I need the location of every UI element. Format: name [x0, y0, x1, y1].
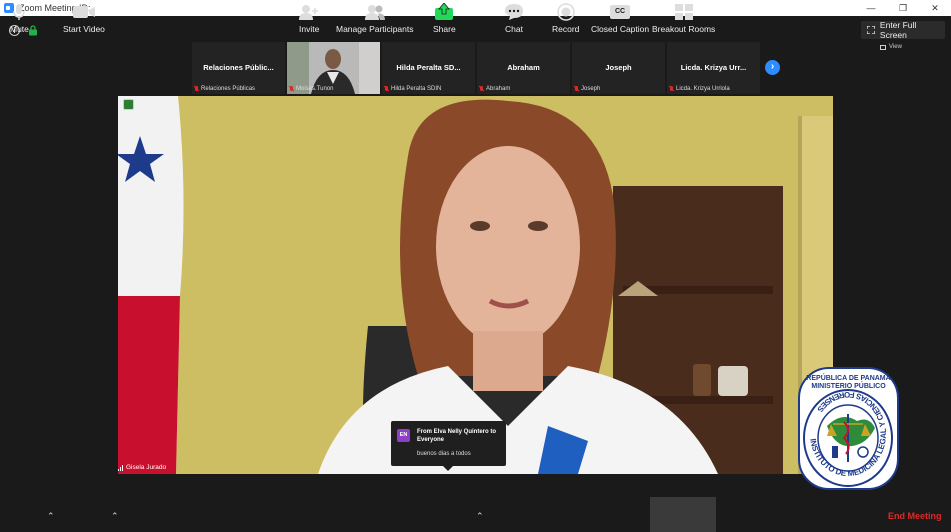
- start-video-label: Start Video: [63, 24, 105, 34]
- audio-options-caret-icon[interactable]: ⌃: [47, 511, 55, 522]
- record-button[interactable]: Record: [552, 2, 579, 34]
- title-bar: Zoom Meeting ID: — ❐ ✕: [0, 0, 951, 16]
- participant-label: Joseph: [574, 86, 600, 92]
- svg-text:REPÚBLICA DE PANAMÁ: REPÚBLICA DE PANAMÁ: [806, 373, 890, 382]
- security-shield-icon[interactable]: [123, 99, 134, 110]
- encryption-lock-icon[interactable]: [28, 25, 38, 36]
- mic-muted-icon: [574, 86, 579, 92]
- participant-thumbnail-strip: Relaciones Públic... Relaciones Públicas…: [192, 42, 760, 94]
- participant-thumb[interactable]: Relaciones Públic... Relaciones Públicas: [192, 42, 285, 94]
- chat-message-text: buenos dias a todos: [417, 451, 471, 457]
- share-label: Share: [433, 24, 456, 34]
- chat-notification-popup[interactable]: EN From Elva Nelly Quintero to Everyone …: [391, 421, 506, 471]
- video-camera-icon: [72, 2, 96, 22]
- participant-label: Relaciones Públicas: [194, 86, 255, 92]
- mute-button[interactable]: Mute: [10, 2, 29, 34]
- speaker-video-feed: [118, 96, 833, 474]
- record-icon: [556, 2, 575, 22]
- chat-label: Chat: [505, 24, 523, 34]
- mute-label: Mute: [10, 24, 29, 34]
- participant-display-name: Abraham: [507, 63, 540, 72]
- participant-thumb[interactable]: Abraham Abraham: [477, 42, 570, 94]
- participant-label: Abraham: [479, 86, 510, 92]
- participant-label: Moises.Tunon: [289, 86, 333, 92]
- enter-full-screen-button[interactable]: Enter Full Screen: [861, 20, 945, 40]
- participant-display-name: Joseph: [605, 63, 632, 72]
- manage-participants-label: Manage Participants: [336, 24, 414, 34]
- view-label: View: [889, 44, 902, 50]
- participant-thumb[interactable]: Hilda Peralta SD... Hilda Peralta SDIN: [382, 42, 475, 94]
- participant-display-name: Relaciones Públic...: [203, 63, 274, 72]
- closed-caption-label: Closed Caption: [591, 24, 650, 34]
- share-options-caret-icon[interactable]: ⌃: [476, 511, 484, 522]
- participant-thumb-video[interactable]: Moises.Tunon: [287, 42, 380, 94]
- mic-muted-icon: [194, 86, 199, 92]
- chat-sender-line: From Elva Nelly Quintero to Everyone: [417, 429, 497, 443]
- invite-label: Invite: [299, 24, 320, 34]
- next-page-arrow-icon[interactable]: ›: [765, 60, 780, 75]
- participant-label: Licda. Krizya Urriola: [669, 86, 730, 92]
- view-grid-icon: [880, 44, 886, 50]
- breakout-rooms-button[interactable]: Breakout Rooms: [652, 2, 715, 34]
- record-label: Record: [552, 24, 580, 34]
- manage-participants-button[interactable]: Manage Participants: [336, 2, 414, 34]
- breakout-rooms-label: Breakout Rooms: [652, 24, 716, 34]
- closed-caption-icon: CC: [610, 2, 631, 22]
- video-options-caret-icon[interactable]: ⌃: [111, 511, 119, 522]
- invite-person-icon: [299, 2, 319, 22]
- share-screen-icon: [434, 2, 454, 22]
- start-video-button[interactable]: Start Video: [63, 2, 105, 34]
- mic-muted-icon: [384, 86, 389, 92]
- participant-display-name: Hilda Peralta SD...: [396, 63, 461, 72]
- participant-thumb[interactable]: Joseph Joseph: [572, 42, 665, 94]
- mic-muted-icon: [479, 86, 484, 92]
- invite-button[interactable]: Invite: [299, 2, 319, 34]
- microphone-icon: [13, 2, 26, 22]
- active-speaker-video: [118, 96, 833, 474]
- view-button[interactable]: View: [880, 44, 902, 50]
- participant-thumb[interactable]: Licda. Krizya Urr... Licda. Krizya Urrio…: [667, 42, 760, 94]
- participant-label: Hilda Peralta SDIN: [384, 86, 441, 92]
- close-icon[interactable]: ✕: [919, 0, 951, 16]
- window-controls: — ❐ ✕: [855, 0, 951, 16]
- share-button[interactable]: Share: [433, 2, 456, 34]
- instituto-medicina-legal-seal: REPÚBLICA DE PANAMÁ MINISTERIO PÚBLICO I…: [798, 367, 899, 490]
- breakout-rooms-grid-icon: [674, 2, 693, 22]
- mic-muted-icon: [669, 86, 674, 92]
- restore-icon[interactable]: ❐: [887, 0, 919, 16]
- minimize-icon[interactable]: —: [855, 0, 887, 16]
- participant-display-name: Licda. Krizya Urr...: [680, 63, 747, 72]
- closed-caption-button[interactable]: CC Closed Caption: [591, 2, 649, 34]
- chat-button[interactable]: Chat: [504, 2, 524, 34]
- chat-bubble-icon: [504, 2, 524, 22]
- mic-muted-icon: [289, 86, 294, 92]
- end-meeting-button[interactable]: End Meeting: [888, 511, 942, 521]
- fullscreen-label: Enter Full Screen: [879, 20, 917, 40]
- chat-sender-avatar: EN: [397, 429, 410, 442]
- cc-glyph: CC: [610, 5, 631, 19]
- fullscreen-icon: [867, 26, 875, 34]
- svg-text:MINISTERIO PÚBLICO: MINISTERIO PÚBLICO: [811, 381, 886, 390]
- speaker-name-label: Gisela Jurado: [118, 464, 166, 471]
- breakout-rooms-highlight: [650, 497, 716, 532]
- signal-bars-icon: [118, 464, 123, 471]
- participants-icon: [364, 2, 386, 22]
